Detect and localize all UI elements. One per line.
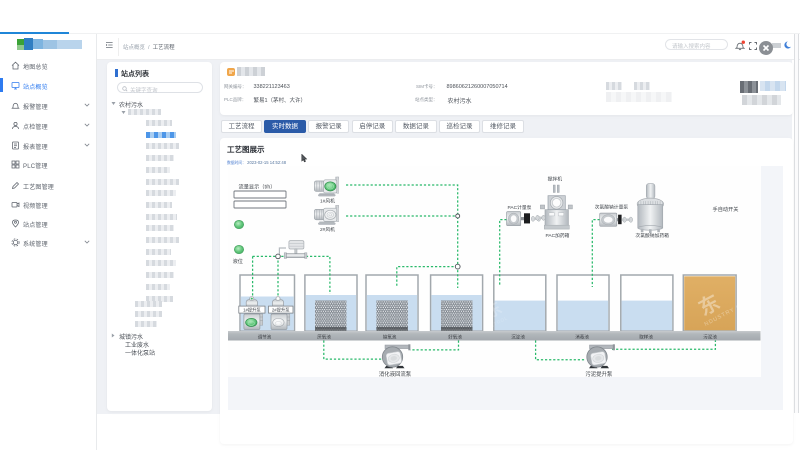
svg-text:液位: 液位 — [233, 257, 243, 265]
svg-text:PAC加药箱: PAC加药箱 — [546, 232, 570, 239]
svg-text:2#提升泵: 2#提升泵 — [272, 306, 290, 313]
svg-text:调节池: 调节池 — [258, 334, 272, 341]
svg-text:沉淀池: 沉淀池 — [511, 334, 525, 341]
svg-text:1#提升泵: 1#提升泵 — [243, 306, 261, 313]
svg-text:污泥池: 污泥池 — [703, 334, 717, 341]
svg-text:搅拌机: 搅拌机 — [548, 176, 563, 183]
svg-text:流量显示（t/h）: 流量显示（t/h） — [239, 183, 276, 191]
svg-text:消化液回流泵: 消化液回流泵 — [379, 370, 412, 378]
svg-text:消毒池: 消毒池 — [575, 334, 589, 341]
svg-text:厌氧池: 厌氧池 — [317, 334, 331, 341]
svg-text:次氯酸钠加药箱: 次氯酸钠加药箱 — [635, 232, 669, 239]
svg-text:取样池: 取样池 — [639, 334, 653, 341]
svg-text:缺氧池: 缺氧池 — [383, 334, 397, 341]
svg-text:污泥提升泵: 污泥提升泵 — [585, 370, 613, 378]
svg-text:1#风机: 1#风机 — [320, 198, 335, 205]
svg-text:好氧池: 好氧池 — [448, 334, 462, 341]
svg-text:2#风机: 2#风机 — [320, 226, 335, 233]
svg-text:手自动开关: 手自动开关 — [713, 205, 739, 213]
svg-text:次氯酸钠计量泵: 次氯酸钠计量泵 — [595, 204, 629, 211]
svg-text:PAC计量泵: PAC计量泵 — [508, 204, 532, 211]
